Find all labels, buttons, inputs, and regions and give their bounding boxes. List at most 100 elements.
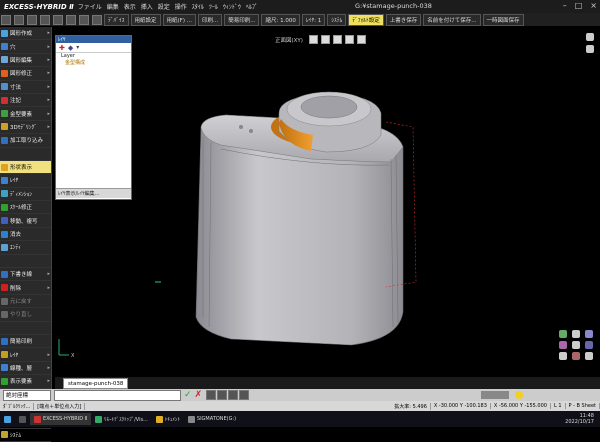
sidebar-item[interactable]: 注記 ▸: [0, 94, 51, 108]
temp-save-button[interactable]: 一時図面保存: [482, 13, 524, 26]
sidebar-item[interactable]: 図形修正 ▸: [0, 67, 51, 81]
ortho-mode-icon[interactable]: [239, 390, 250, 400]
snap-icon[interactable]: [586, 45, 594, 53]
minimize-button[interactable]: –: [563, 1, 567, 10]
clock[interactable]: 11:48 2022/10/17: [565, 413, 594, 425]
fit-view-icon[interactable]: [308, 35, 318, 44]
sidebar-item[interactable]: ｼｽﾃﾑ: [0, 429, 51, 442]
sidebar-item[interactable]: 金型要素 ▸: [0, 107, 51, 121]
taskbar-item-excess[interactable]: EXCESS-HYBRID Ⅱ: [30, 413, 92, 425]
grid-icon[interactable]: [586, 33, 594, 41]
sidebar-item[interactable]: 移動、複写: [0, 214, 51, 228]
sidebar-item[interactable]: 元に戻す: [0, 295, 51, 309]
layer-window[interactable]: ﾚｲﾔ ✚ ◆ ▾ Layer 金型構成 ﾚｲﾔ表示/ﾚｲﾔ編集...: [55, 35, 132, 200]
app-name: EXCESS-HYBRID Ⅱ: [4, 2, 74, 11]
tab-document[interactable]: stamage-punch-038: [63, 378, 129, 389]
measure-icon[interactable]: [572, 352, 580, 360]
layer-row[interactable]: Layer: [56, 53, 131, 60]
sidebar-item[interactable]: 寸法 ▸: [0, 81, 51, 94]
layer-button[interactable]: ﾚｲﾔ: 1: [301, 13, 326, 26]
menu-view[interactable]: 表示: [124, 2, 136, 11]
snap-mode-icon[interactable]: [217, 390, 228, 400]
wireframe-icon[interactable]: [572, 330, 580, 338]
pan-icon[interactable]: [344, 35, 354, 44]
sidebar-item[interactable]: ﾃﾞｨﾒﾝｼｮﾝ: [0, 188, 51, 202]
sidebar-item[interactable]: 図形編集 ▸: [0, 54, 51, 68]
sidebar-item[interactable]: 下書き線 ▸: [0, 268, 51, 282]
save-as-button[interactable]: 名前を付けて保存...: [423, 13, 481, 26]
taskbar-item-remote[interactable]: ﾘﾓｰﾄﾃﾞｽｸﾄｯﾌﾟ/Vis...: [91, 413, 152, 425]
menu-edit[interactable]: 編集: [107, 2, 119, 11]
sidebar-item[interactable]: 穴 ▸: [0, 40, 51, 54]
copy-icon[interactable]: [53, 14, 63, 25]
undo-icon[interactable]: [79, 14, 89, 25]
save-icon[interactable]: [27, 14, 37, 25]
sidebar-item[interactable]: ｽｹｰﾙ修正: [0, 201, 51, 215]
status-hint: [端点＋単位点入力]: [34, 402, 86, 410]
rotate-icon[interactable]: [332, 35, 342, 44]
coordinate-mode-select[interactable]: 絶対座標: [3, 389, 51, 401]
taskbar-search[interactable]: [15, 413, 30, 425]
zoom-icon[interactable]: [320, 35, 330, 44]
menu-settings[interactable]: 設定: [158, 2, 170, 11]
sidebar-item[interactable]: 3Dﾓﾃﾞﾘﾝｸﾞ ▸: [0, 121, 51, 135]
render-icon[interactable]: [559, 330, 567, 338]
view-options-icon[interactable]: [356, 35, 366, 44]
scale-button[interactable]: 縮尺: 1.000: [261, 13, 300, 26]
menu-insert[interactable]: 挿入: [141, 2, 153, 11]
display-icon[interactable]: [585, 352, 593, 360]
close-button[interactable]: ×: [590, 1, 597, 10]
system-button[interactable]: ｼｽﾃﾑ: [327, 13, 347, 26]
layer-options-icon[interactable]: ◆: [68, 44, 73, 52]
grid-mode-icon[interactable]: [228, 390, 239, 400]
sidebar-item[interactable]: 加工取り込み: [0, 134, 51, 148]
quick-print-button[interactable]: 簡易印刷...: [224, 13, 260, 26]
print-button[interactable]: 印刷...: [197, 13, 223, 26]
sidebar-item[interactable]: ﾚｲﾔ ▸: [0, 348, 51, 362]
command-input[interactable]: [54, 389, 181, 401]
sidebar-item[interactable]: 線種、層 ▸: [0, 362, 51, 376]
sidebar-item[interactable]: 消去: [0, 228, 51, 242]
taskbar-item-doc[interactable]: ﾄｷｭﾒﾝﾄ: [152, 413, 184, 425]
section-icon[interactable]: [559, 352, 567, 360]
camera-icon[interactable]: [585, 341, 593, 349]
open-file-icon[interactable]: [14, 14, 24, 25]
sidebar-item[interactable]: 形状表示: [0, 160, 51, 175]
sidebar-item[interactable]: 削除 ▸: [0, 281, 51, 295]
cancel-icon[interactable]: ✗: [195, 390, 203, 400]
sidebar-item[interactable]: やり直し: [0, 308, 51, 322]
taskbar-item-drive[interactable]: SIGMATONE(G:): [184, 413, 240, 425]
sidebar-item[interactable]: 簡易印刷: [0, 335, 51, 349]
shade-icon[interactable]: [585, 330, 593, 338]
paste-icon[interactable]: [66, 14, 76, 25]
page-setup-button[interactable]: 用紙設定: [130, 13, 161, 26]
device-button[interactable]: ﾃﾞﾊﾞｲｽ: [104, 13, 129, 26]
sidebar-item[interactable]: ﾚｲﾔ: [0, 174, 51, 188]
menu-operation[interactable]: 操作: [175, 2, 187, 11]
sidebar-item[interactable]: ｴﾝﾃｨ: [0, 241, 51, 255]
layer-row[interactable]: 金型構成: [56, 60, 131, 67]
confirm-icon[interactable]: ✓: [184, 390, 192, 400]
maximize-button[interactable]: □: [575, 1, 583, 10]
material-icon[interactable]: [559, 341, 567, 349]
menu-file[interactable]: ファイル: [78, 2, 102, 11]
pointer-icon[interactable]: [206, 390, 217, 400]
menu-window[interactable]: ｳｨﾝﾄﾞｳ: [223, 2, 241, 11]
sidebar-item[interactable]: 表示要素 ▸: [0, 375, 51, 389]
new-file-icon[interactable]: [1, 14, 11, 25]
sidebar-item[interactable]: 図形作成 ▸: [0, 27, 51, 41]
layer-dropdown-icon[interactable]: ▾: [76, 44, 79, 51]
redo-icon[interactable]: [92, 14, 102, 25]
default-settings-button[interactable]: ﾃﾞﾌｫﾙﾄ設定: [348, 13, 384, 26]
start-button[interactable]: [0, 413, 15, 425]
light-icon[interactable]: [572, 341, 580, 349]
menu-tools[interactable]: ﾂｰﾙ: [209, 2, 218, 11]
layer-footer[interactable]: ﾚｲﾔ表示/ﾚｲﾔ編集...: [56, 188, 131, 198]
add-layer-icon[interactable]: ✚: [59, 44, 65, 52]
menu-help[interactable]: ﾍﾙﾌﾟ: [246, 2, 258, 11]
cad-canvas[interactable]: X: [51, 27, 600, 377]
cut-icon[interactable]: [40, 14, 50, 25]
save-overwrite-button[interactable]: 上書き保存: [385, 13, 422, 26]
menu-style[interactable]: ｽﾀｲﾙ: [192, 2, 204, 11]
paper-button[interactable]: 用紙(F) ...: [162, 13, 196, 26]
